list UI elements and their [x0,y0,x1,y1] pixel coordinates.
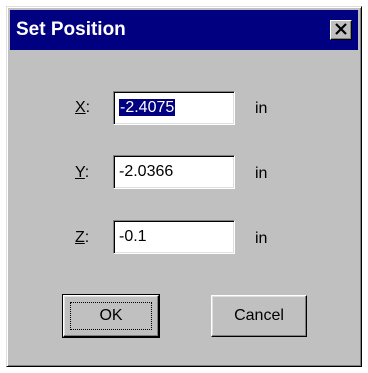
close-button[interactable] [330,20,352,40]
cancel-button-label: Cancel [234,307,284,324]
x-unit-label: in [255,100,268,117]
window-title: Set Position [16,19,126,40]
cancel-button[interactable]: Cancel [211,295,307,337]
ok-button[interactable]: OK [62,294,160,338]
x-position-value: -2.4075 [119,99,176,116]
set-position-dialog: Set Position X: -2.4075 in Y: -2.0366 in… [6,6,362,367]
z-label: Z: [75,229,90,246]
y-label: Y: [75,164,90,181]
y-unit-label: in [255,165,268,182]
z-position-field[interactable]: -0.1 [113,220,235,254]
z-unit-label: in [255,230,268,247]
x-label: X: [75,99,91,116]
close-icon [335,23,347,35]
ok-button-label: OK [99,307,123,324]
y-position-value: -2.0366 [119,163,174,180]
z-position-value: -0.1 [119,228,147,245]
x-position-field[interactable]: -2.4075 [113,91,235,125]
title-bar[interactable]: Set Position [10,10,358,50]
y-position-field[interactable]: -2.0366 [113,155,235,189]
